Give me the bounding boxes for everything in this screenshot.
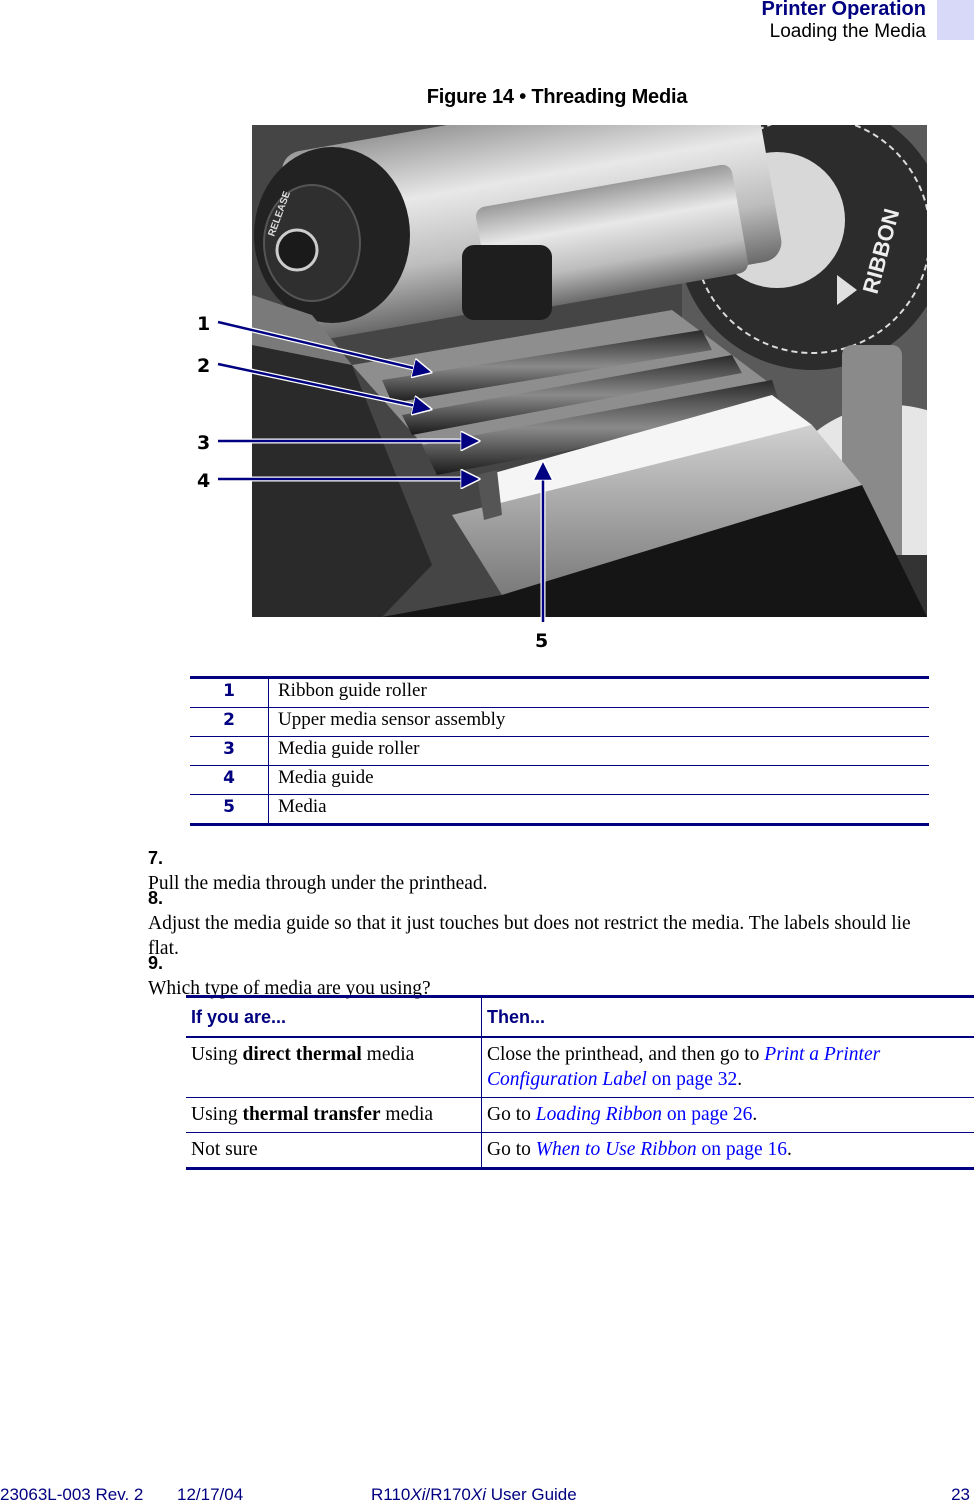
legend-row: 3 Media guide roller (190, 736, 929, 766)
legend-row: 4 Media guide (190, 765, 929, 795)
callout-number-5: 5 (535, 630, 548, 652)
guide-title-part: Xi (410, 1485, 426, 1504)
decision-table: If you are... Then... Using direct therm… (186, 995, 974, 1170)
step-number: 7. (148, 848, 164, 868)
page-reference[interactable]: on page 16 (697, 1139, 787, 1160)
link-loading-ribbon[interactable]: Loading Ribbon (536, 1104, 662, 1125)
page-reference[interactable]: on page 32 (647, 1069, 738, 1090)
condition-cell: Not sure (186, 1132, 482, 1169)
subsection-title: Loading the Media (769, 21, 926, 42)
action-cell: Close the printhead, and then go to Prin… (481, 1037, 974, 1098)
callout-number-1: 1 (197, 313, 210, 335)
table-row: Using direct thermal media Close the pri… (186, 1037, 974, 1098)
page-reference[interactable]: on page 26 (662, 1104, 753, 1125)
condition-cell: Using direct thermal media (186, 1037, 482, 1098)
legend-label: Media guide (268, 765, 929, 795)
step-8: 8.Adjust the media guide so that it just… (148, 886, 974, 961)
column-header-then: Then... (481, 996, 974, 1038)
action-text: Go to (487, 1139, 536, 1160)
condition-text: media (361, 1044, 415, 1065)
column-header-if: If you are... (186, 996, 482, 1038)
printer-photo-illustration: RIBBON RELEASE (252, 125, 927, 617)
guide-title-part: R110 (371, 1485, 411, 1504)
figure-legend: 1 Ribbon guide roller 2 Upper media sens… (190, 676, 929, 826)
legend-row: 2 Upper media sensor assembly (190, 707, 929, 737)
action-text: Go to (487, 1104, 536, 1125)
footer-page-number: 23 (951, 1485, 970, 1504)
legend-table: 1 Ribbon guide roller 2 Upper media sens… (190, 676, 929, 826)
guide-title-part: /R170 (425, 1485, 471, 1504)
condition-text: Using (191, 1104, 243, 1125)
table-header-row: If you are... Then... (186, 996, 974, 1038)
section-title: Printer Operation (761, 0, 926, 20)
step-number: 9. (148, 953, 164, 973)
action-text: Close the printhead, and then go to (487, 1044, 765, 1065)
guide-title-part: Xi (470, 1485, 487, 1504)
printer-photo: RIBBON RELEASE (252, 125, 927, 617)
condition-emphasis: direct thermal (242, 1044, 362, 1065)
legend-row: 1 Ribbon guide roller (190, 677, 929, 708)
footer-doc-id: 23063L-003 Rev. 2 (0, 1485, 144, 1504)
step-9: 9.Which type of media are you using? (148, 951, 974, 1001)
legend-row: 5 Media (190, 794, 929, 825)
table-row: Not sure Go to When to Use Ribbon on pag… (186, 1132, 974, 1169)
condition-emphasis: thermal transfer (242, 1104, 381, 1125)
link-when-to-use-ribbon[interactable]: When to Use Ribbon (536, 1139, 697, 1160)
legend-number: 1 (190, 677, 269, 708)
media-type-decision-table: If you are... Then... Using direct therm… (186, 995, 974, 1170)
callout-number-2: 2 (197, 355, 210, 377)
legend-number: 3 (190, 736, 269, 766)
action-text: . (787, 1139, 792, 1160)
legend-label: Upper media sensor assembly (268, 707, 929, 737)
condition-text: media (380, 1104, 434, 1125)
legend-number: 5 (190, 794, 269, 825)
action-text: . (737, 1069, 743, 1090)
table-row: Using thermal transfer media Go to Loadi… (186, 1097, 974, 1133)
condition-cell: Using thermal transfer media (186, 1097, 482, 1133)
figure-caption: Figure 14 • Threading Media (426, 86, 688, 108)
legend-label: Ribbon guide roller (268, 677, 929, 708)
action-cell: Go to When to Use Ribbon on page 16. (482, 1133, 974, 1169)
condition-text: Using (191, 1044, 243, 1065)
footer-date: 12/17/04 (177, 1485, 244, 1504)
header-tab-marker (937, 0, 974, 40)
action-cell: Go to Loading Ribbon on page 26. (481, 1097, 974, 1133)
callout-number-3: 3 (197, 432, 210, 454)
footer-guide-title: R110Xi/R170Xi User Guide (371, 1485, 577, 1505)
legend-label: Media guide roller (268, 736, 929, 766)
guide-title-part: User Guide (486, 1485, 577, 1504)
legend-label: Media (278, 796, 327, 817)
step-number: 8. (148, 888, 164, 908)
legend-number: 4 (190, 765, 269, 795)
figure-caption-container: Figure 14 • Threading Media (0, 86, 974, 109)
callout-number-4: 4 (197, 470, 210, 492)
legend-number: 2 (190, 707, 269, 737)
condition-text: Not sure (191, 1139, 258, 1160)
action-text: . (752, 1104, 758, 1125)
